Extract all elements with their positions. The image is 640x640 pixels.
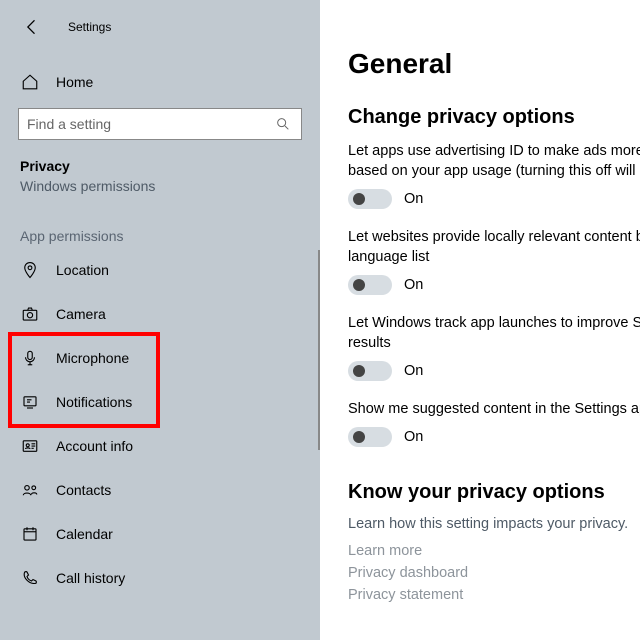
page-title: General (348, 48, 640, 80)
sidebar-home[interactable]: Home (0, 64, 320, 100)
notifications-icon (20, 392, 40, 412)
sidebar-item-label: Camera (56, 306, 106, 322)
sidebar-item-microphone[interactable]: Microphone (0, 336, 320, 380)
toggle-state: On (404, 277, 423, 293)
camera-icon (20, 304, 40, 324)
link-learn-more[interactable]: Learn more (348, 540, 640, 562)
privacy-links: Learn more Privacy dashboard Privacy sta… (348, 540, 640, 606)
call-history-icon (20, 568, 40, 588)
link-privacy-dashboard[interactable]: Privacy dashboard (348, 562, 640, 584)
section-subtext: Learn how this setting impacts your priv… (348, 516, 640, 532)
toggle-track-launches[interactable] (348, 361, 392, 381)
section-title-privacy-options: Change privacy options (348, 106, 640, 129)
sidebar-item-notifications[interactable]: Notifications (0, 380, 320, 424)
search-box[interactable] (18, 108, 302, 140)
toggle-state: On (404, 429, 423, 445)
option-text: Show me suggested content in the Setting… (348, 399, 640, 419)
search-input[interactable] (27, 116, 273, 132)
sidebar-item-account-info[interactable]: Account info (0, 424, 320, 468)
sidebar-item-label: Microphone (56, 350, 129, 366)
toggle-advertising-id[interactable] (348, 189, 392, 209)
sidebar-item-calendar[interactable]: Calendar (0, 512, 320, 556)
sidebar-category: Privacy (0, 140, 320, 174)
contacts-icon (20, 480, 40, 500)
calendar-icon (20, 524, 40, 544)
sidebar-subtitle[interactable]: Windows permissions (0, 174, 320, 194)
sidebar-home-label: Home (56, 74, 93, 90)
sidebar-item-label: Notifications (56, 394, 132, 410)
toggle-language-list[interactable] (348, 275, 392, 295)
sidebar-section-label: App permissions (0, 194, 320, 248)
option-text: Let apps use advertising ID to make ads … (348, 141, 640, 181)
toggle-state: On (404, 363, 423, 379)
link-privacy-statement[interactable]: Privacy statement (348, 584, 640, 606)
sidebar-item-label: Calendar (56, 526, 113, 542)
sidebar-item-call-history[interactable]: Call history (0, 556, 320, 600)
content-pane: General Change privacy options Let apps … (320, 0, 640, 640)
window-title: Settings (68, 20, 111, 34)
home-icon (20, 72, 40, 92)
sidebar-item-contacts[interactable]: Contacts (0, 468, 320, 512)
sidebar-item-label: Location (56, 262, 109, 278)
arrow-left-icon (22, 17, 42, 37)
sidebar-nav-list: Location Camera Microphone Notifications (0, 248, 320, 600)
section-title-know-options: Know your privacy options (348, 481, 640, 504)
sidebar: Settings Home Privacy Windows permission… (0, 0, 320, 640)
sidebar-item-label: Account info (56, 438, 133, 454)
search-icon (273, 114, 293, 134)
sidebar-scrollbar[interactable] (318, 250, 320, 450)
toggle-state: On (404, 191, 423, 207)
option-text: Let Windows track app launches to improv… (348, 313, 640, 353)
sidebar-item-label: Call history (56, 570, 125, 586)
location-icon (20, 260, 40, 280)
sidebar-item-label: Contacts (56, 482, 111, 498)
sidebar-item-camera[interactable]: Camera (0, 292, 320, 336)
toggle-suggested-content[interactable] (348, 427, 392, 447)
sidebar-item-location[interactable]: Location (0, 248, 320, 292)
option-text: Let websites provide locally relevant co… (348, 227, 640, 267)
back-button[interactable] (20, 15, 44, 39)
account-info-icon (20, 436, 40, 456)
microphone-icon (20, 348, 40, 368)
